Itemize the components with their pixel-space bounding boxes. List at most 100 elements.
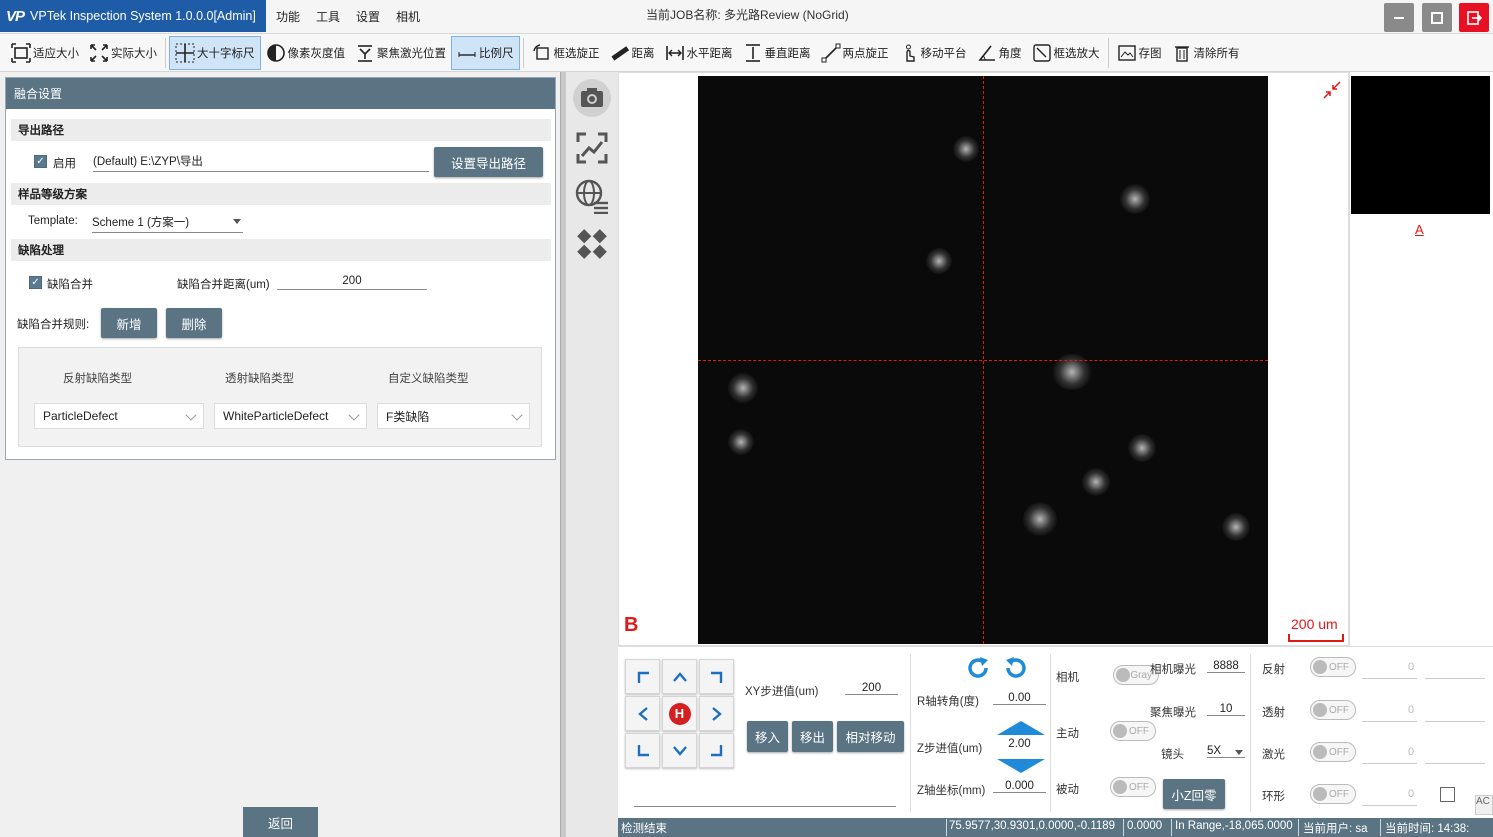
minimize-button[interactable]: [1384, 3, 1414, 32]
tool-horizontal-distance[interactable]: 水平距离: [660, 36, 738, 70]
rotate-ccw-button[interactable]: [964, 654, 992, 689]
passive-toggle[interactable]: OFF: [1110, 777, 1156, 797]
z-coord-input[interactable]: 0.000: [993, 780, 1046, 793]
view-label-a[interactable]: A: [1415, 222, 1424, 237]
tool-angle[interactable]: 角度: [972, 36, 1027, 70]
laser-toggle[interactable]: OFF: [1310, 742, 1356, 762]
move-in-button[interactable]: 移入: [747, 721, 788, 752]
ring-toggle[interactable]: OFF: [1310, 784, 1356, 804]
exit-button[interactable]: [1459, 3, 1489, 32]
merge-defects-checkbox[interactable]: ✓: [29, 276, 42, 289]
tool-distance[interactable]: 距离: [605, 36, 660, 70]
home-button[interactable]: H: [662, 696, 697, 731]
reflect-value[interactable]: 0: [1408, 661, 1414, 673]
collapse-view-button[interactable]: [1322, 80, 1342, 103]
z-up-button[interactable]: [997, 721, 1045, 735]
collapse-arrows-icon: [1323, 81, 1341, 99]
tool-label: 框选旋正: [553, 47, 600, 60]
enable-export-checkbox[interactable]: ✓: [34, 155, 47, 168]
laser-value[interactable]: 0: [1408, 746, 1414, 758]
add-rule-button[interactable]: 新增: [101, 308, 157, 338]
tool-label: 移动平台: [920, 47, 967, 60]
particle-spot: [1128, 434, 1156, 462]
camera-exposure-input[interactable]: 8888: [1207, 660, 1245, 673]
ac-badge: AC: [1475, 795, 1493, 815]
menu-function[interactable]: 功能: [268, 8, 308, 25]
menu-tools[interactable]: 工具: [308, 8, 348, 25]
tool-label: 聚焦激光位置: [377, 47, 446, 60]
transmit-toggle[interactable]: OFF: [1310, 700, 1356, 720]
tool-actual-size[interactable]: 实际大小: [84, 36, 162, 70]
tool-scale-bar[interactable]: 比例尺: [451, 35, 520, 70]
grid-settings-button[interactable]: [572, 176, 612, 216]
lens-select[interactable]: 5X: [1207, 745, 1245, 758]
menu-settings[interactable]: 设置: [348, 8, 388, 25]
small-z-home-button[interactable]: 小Z回零: [1163, 779, 1225, 809]
tool-pixel-gray[interactable]: 像素灰度值: [261, 36, 351, 70]
auto-image-button[interactable]: [572, 128, 612, 168]
reflect-label: 反射: [1262, 664, 1285, 676]
tool-move-stage[interactable]: 移动平台: [894, 36, 972, 70]
focus-exposure-input[interactable]: 10: [1207, 703, 1245, 716]
reflect-select[interactable]: [1425, 678, 1485, 679]
tool-box-rotate[interactable]: 框选旋正: [527, 36, 605, 70]
camera-label: 相机: [1056, 672, 1079, 684]
maximize-button[interactable]: [1422, 3, 1452, 32]
tool-box-zoom[interactable]: 框选放大: [1027, 36, 1105, 70]
relative-move-button[interactable]: 相对移动: [837, 721, 904, 752]
menu-camera[interactable]: 相机: [388, 8, 428, 25]
z-down-button[interactable]: [997, 759, 1045, 773]
template-select[interactable]: Scheme 1 (方案一): [92, 214, 243, 233]
back-button[interactable]: 返回: [243, 807, 318, 837]
tool-focus-laser[interactable]: 聚焦激光位置: [350, 36, 451, 70]
move-right-button[interactable]: [699, 696, 734, 731]
set-export-path-button[interactable]: 设置导出路径: [434, 147, 543, 177]
transmit-defect-select[interactable]: WhiteParticleDefect: [214, 403, 367, 429]
r-angle-input[interactable]: 0.00: [993, 692, 1046, 705]
camera-image[interactable]: [698, 76, 1268, 644]
maximize-icon: [1431, 11, 1443, 24]
transmit-value[interactable]: 0: [1408, 704, 1414, 716]
delete-rule-button[interactable]: 删除: [166, 308, 222, 338]
move-up-left-button[interactable]: [625, 659, 660, 694]
active-toggle[interactable]: OFF: [1110, 721, 1156, 741]
xy-step-input[interactable]: 200: [845, 682, 898, 695]
z-step-input[interactable]: 2.00: [993, 738, 1046, 750]
merge-distance-input[interactable]: 200: [277, 275, 427, 290]
toggle-text: OFF: [1329, 661, 1349, 673]
active-label: 主动: [1056, 728, 1079, 740]
ring-value[interactable]: 0: [1408, 788, 1414, 800]
reflect-defect-select[interactable]: ParticleDefect: [34, 403, 204, 429]
particle-spot: [953, 136, 979, 162]
toolbar-separator: [1107, 37, 1109, 68]
tool-fit-size[interactable]: 适应大小: [6, 36, 84, 70]
move-down-left-button[interactable]: [625, 733, 660, 768]
particle-spot: [1120, 184, 1150, 214]
ring-checkbox[interactable]: [1440, 787, 1455, 802]
reflect-toggle[interactable]: OFF: [1310, 657, 1356, 677]
image-adjust-icon: [576, 132, 608, 164]
export-path-field[interactable]: (Default) E:\ZYP\导出: [93, 153, 429, 172]
snapshot-button[interactable]: [572, 78, 612, 118]
move-down-button[interactable]: [662, 733, 697, 768]
tool-vertical-distance[interactable]: 垂直距离: [738, 36, 816, 70]
tool-label: 实际大小: [111, 47, 157, 60]
transmit-select[interactable]: [1425, 721, 1485, 722]
move-up-button[interactable]: [662, 659, 697, 694]
tool-crosshair-ruler[interactable]: 大十字标尺: [169, 35, 261, 70]
move-left-button[interactable]: [625, 696, 660, 731]
tools-button[interactable]: [572, 224, 612, 264]
rotate-cw-button[interactable]: [1002, 654, 1030, 689]
fusion-settings-panel: 融合设置 导出路径 ✓ 启用 (Default) E:\ZYP\导出 设置导出路…: [5, 77, 556, 460]
tool-save-image[interactable]: 存图: [1112, 36, 1167, 70]
lens-value: 5X: [1207, 745, 1222, 757]
thumbnail-image[interactable]: [1351, 76, 1490, 214]
move-down-right-button[interactable]: [699, 733, 734, 768]
move-out-button[interactable]: 移出: [792, 721, 833, 752]
tool-clear-all[interactable]: 清除所有: [1167, 36, 1245, 70]
move-up-right-button[interactable]: [699, 659, 734, 694]
laser-select[interactable]: [1425, 763, 1485, 764]
status-user: 当前用户: sa: [1303, 823, 1368, 835]
custom-defect-select[interactable]: F类缺陷: [377, 403, 530, 429]
tool-two-point-rotate[interactable]: 两点旋正: [816, 36, 894, 70]
